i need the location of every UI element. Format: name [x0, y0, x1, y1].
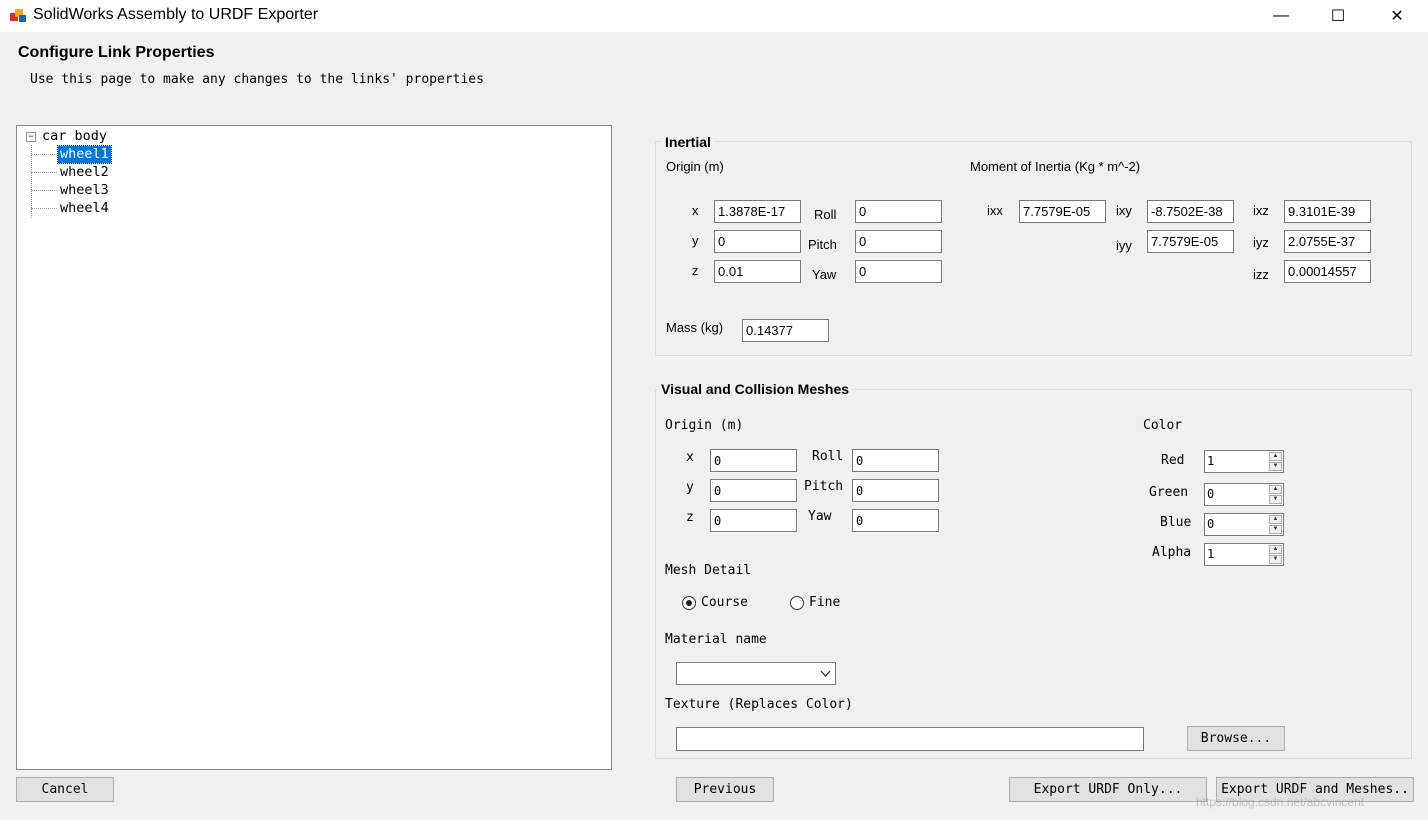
- visual-roll-input[interactable]: 0: [852, 449, 939, 472]
- page-subtitle: Use this page to make any changes to the…: [30, 72, 484, 87]
- app-icon: [10, 7, 27, 24]
- visual-collision-title: Visual and Collision Meshes: [658, 381, 853, 397]
- spin-up-icon[interactable]: ▲: [1269, 485, 1282, 494]
- ixy-input[interactable]: -8.7502E-38: [1147, 200, 1234, 223]
- tree-node-wheel3[interactable]: wheel3: [58, 182, 111, 199]
- color-label: Color: [1143, 418, 1183, 433]
- maximize-button[interactable]: ☐: [1309, 0, 1367, 32]
- browse-button[interactable]: Browse...: [1187, 726, 1285, 751]
- visual-y-input[interactable]: 0: [710, 479, 797, 502]
- blue-label: Blue: [1160, 515, 1192, 530]
- link-tree[interactable]: − car body wheel1 wheel2 wheel3 wheel4: [16, 125, 612, 770]
- minimize-button[interactable]: —: [1252, 0, 1310, 32]
- inertial-pitch-label: Pitch: [808, 237, 837, 252]
- iyz-label: iyz: [1253, 235, 1269, 250]
- alpha-value: 1: [1207, 547, 1215, 561]
- visual-yaw-label: Yaw: [808, 509, 832, 524]
- course-label[interactable]: Course: [701, 595, 748, 610]
- inertial-yaw-input[interactable]: 0: [855, 260, 942, 283]
- course-radio[interactable]: [682, 596, 696, 610]
- tree-node-wheel2[interactable]: wheel2: [58, 164, 111, 181]
- alpha-spinner[interactable]: 1 ▲ ▼: [1204, 543, 1284, 566]
- izz-input[interactable]: 0.00014557: [1284, 260, 1371, 283]
- spin-up-icon[interactable]: ▲: [1269, 515, 1282, 524]
- tree-connector: [31, 154, 57, 155]
- moment-of-inertia-label: Moment of Inertia (Kg * m^-2): [970, 159, 1141, 174]
- inertial-roll-input[interactable]: 0: [855, 200, 942, 223]
- green-label: Green: [1149, 485, 1189, 500]
- texture-label: Texture (Replaces Color): [665, 697, 853, 712]
- inertial-yaw-label: Yaw: [812, 267, 837, 282]
- visual-x-input[interactable]: 0: [710, 449, 797, 472]
- close-button[interactable]: ✕: [1368, 0, 1426, 32]
- visual-pitch-label: Pitch: [804, 479, 844, 494]
- inertial-roll-label: Roll: [814, 207, 837, 222]
- export-urdf-only-button[interactable]: Export URDF Only...: [1009, 777, 1207, 802]
- material-combo[interactable]: [676, 662, 836, 685]
- visual-x-label: x: [686, 450, 694, 465]
- visual-origin-label: Origin (m): [665, 418, 744, 433]
- iyy-label: iyy: [1116, 238, 1132, 253]
- spin-up-icon[interactable]: ▲: [1269, 452, 1282, 461]
- tree-node-wheel4[interactable]: wheel4: [58, 200, 111, 217]
- page-title: Configure Link Properties: [18, 44, 215, 61]
- inertial-y-input[interactable]: 0: [714, 230, 801, 253]
- ixz-label: ixz: [1253, 203, 1269, 218]
- red-spinner[interactable]: 1 ▲ ▼: [1204, 450, 1284, 473]
- spin-down-icon[interactable]: ▼: [1269, 525, 1282, 534]
- spin-down-icon[interactable]: ▼: [1269, 462, 1282, 471]
- spin-up-icon[interactable]: ▲: [1269, 545, 1282, 554]
- inertial-origin-label: Origin (m): [666, 159, 724, 174]
- inertial-z-input[interactable]: 0.01: [714, 260, 801, 283]
- tree-node-root[interactable]: car body: [40, 128, 109, 145]
- inertial-z-label: z: [692, 263, 699, 278]
- watermark: https://blog.csdn.net/abcvincent: [1196, 795, 1365, 809]
- blue-spinner[interactable]: 0 ▲ ▼: [1204, 513, 1284, 536]
- ixx-input[interactable]: 7.7579E-05: [1019, 200, 1106, 223]
- blue-value: 0: [1207, 517, 1215, 531]
- collapse-icon[interactable]: −: [26, 132, 36, 142]
- mass-input[interactable]: 0.14377: [742, 319, 829, 342]
- mesh-detail-label: Mesh Detail: [665, 563, 752, 578]
- visual-roll-label: Roll: [812, 449, 844, 464]
- iyy-input[interactable]: 7.7579E-05: [1147, 230, 1234, 253]
- ixy-label: ixy: [1116, 203, 1132, 218]
- alpha-label: Alpha: [1152, 545, 1192, 560]
- texture-input[interactable]: [676, 727, 1144, 751]
- material-name-label: Material name: [665, 632, 767, 647]
- visual-pitch-input[interactable]: 0: [852, 479, 939, 502]
- fine-radio[interactable]: [790, 596, 804, 610]
- inertial-x-input[interactable]: 1.3878E-17: [714, 200, 801, 223]
- visual-z-input[interactable]: 0: [710, 509, 797, 532]
- visual-y-label: y: [686, 480, 694, 495]
- inertial-pitch-input[interactable]: 0: [855, 230, 942, 253]
- title-bar: SolidWorks Assembly to URDF Exporter — ☐…: [0, 0, 1428, 32]
- ixz-input[interactable]: 9.3101E-39: [1284, 200, 1371, 223]
- visual-z-label: z: [686, 510, 694, 525]
- mass-label: Mass (kg): [666, 320, 724, 335]
- iyz-input[interactable]: 2.0755E-37: [1284, 230, 1371, 253]
- izz-label: izz: [1253, 267, 1269, 282]
- green-value: 0: [1207, 487, 1215, 501]
- tree-connector: [31, 172, 57, 173]
- inertial-x-label: x: [692, 203, 699, 218]
- spin-down-icon[interactable]: ▼: [1269, 555, 1282, 564]
- fine-label[interactable]: Fine: [809, 595, 840, 610]
- tree-connector: [31, 190, 57, 191]
- ixx-label: ixx: [987, 203, 1003, 218]
- visual-yaw-input[interactable]: 0: [852, 509, 939, 532]
- tree-connector: [31, 208, 57, 209]
- spin-down-icon[interactable]: ▼: [1269, 495, 1282, 504]
- tree-node-wheel1[interactable]: wheel1: [57, 145, 112, 164]
- red-value: 1: [1207, 454, 1215, 468]
- inertial-y-label: y: [692, 233, 699, 248]
- green-spinner[interactable]: 0 ▲ ▼: [1204, 483, 1284, 506]
- inertial-title: Inertial: [662, 134, 714, 150]
- window-title: SolidWorks Assembly to URDF Exporter: [33, 6, 319, 23]
- red-label: Red: [1161, 453, 1185, 468]
- chevron-down-icon[interactable]: [820, 670, 831, 678]
- cancel-button[interactable]: Cancel: [16, 777, 114, 802]
- previous-button[interactable]: Previous: [676, 777, 774, 802]
